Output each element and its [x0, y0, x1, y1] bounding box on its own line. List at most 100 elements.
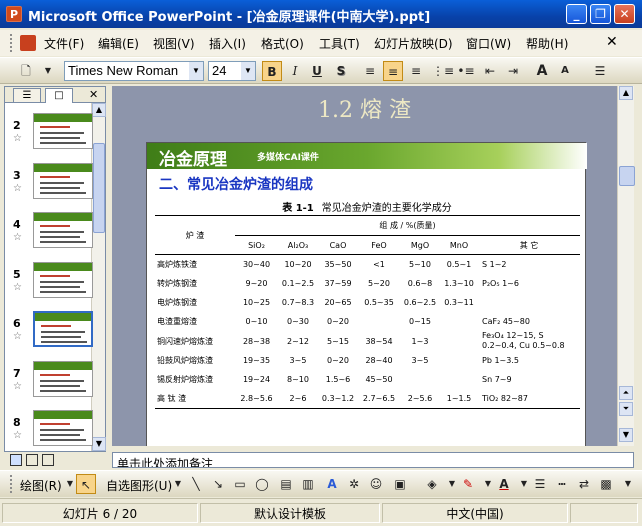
text-box-icon[interactable]: ▤ [276, 474, 296, 494]
toolbar-grip[interactable] [10, 34, 14, 52]
picture-icon[interactable]: ▣ [390, 474, 410, 494]
clip-art-icon[interactable]: ☺ [366, 474, 386, 494]
font-color-icon[interactable]: A [494, 474, 514, 494]
previous-slide-icon[interactable]: ⏶ [619, 386, 633, 400]
align-center-icon[interactable]: ≡ [383, 61, 403, 81]
slide-heading[interactable]: 二、常见冶金炉渣的组成 [159, 174, 313, 194]
document-icon[interactable] [20, 35, 36, 51]
font-name-combo[interactable]: Times New Roman ▼ [64, 61, 204, 81]
chevron-down-icon[interactable]: ▼ [189, 62, 203, 80]
fill-color-icon[interactable]: ◈ [422, 474, 442, 494]
table-cell: Sn 7~9 [482, 374, 512, 384]
indent-icon[interactable]: ⇥ [503, 61, 523, 81]
arrow-style-icon[interactable]: ⇄ [574, 474, 594, 494]
menu-insert[interactable]: 插入(I) [209, 35, 246, 52]
chevron-down-icon[interactable]: ▼ [168, 474, 188, 494]
wordart-icon[interactable]: A [322, 474, 342, 494]
normal-view-icon[interactable] [10, 454, 22, 466]
powerpoint-app-icon[interactable]: P [6, 6, 22, 22]
tab-outline[interactable]: ☰ [13, 88, 41, 102]
grow-font-button[interactable]: A [532, 61, 552, 81]
shrink-font-button[interactable]: A [555, 61, 575, 81]
pane-close-icon[interactable]: ✕ [89, 88, 98, 101]
slide-thumbnail[interactable] [33, 162, 93, 199]
toolbar-options-icon[interactable]: ▼ [618, 474, 638, 494]
thumbnail-line [40, 423, 70, 425]
slide-thumbnail[interactable] [33, 410, 93, 446]
shadow-style-icon[interactable]: ▩ [596, 474, 616, 494]
new-slide-icon[interactable]: 🗋 [16, 61, 36, 81]
diagram-icon[interactable]: ✲ [344, 474, 364, 494]
slide-thumbnail[interactable] [33, 113, 93, 149]
toolbar-grip[interactable] [10, 475, 14, 493]
oval-icon[interactable]: ◯ [252, 474, 272, 494]
menu-view[interactable]: 视图(V) [153, 35, 195, 52]
next-slide-icon[interactable]: ⏷ [619, 402, 633, 416]
slide-editing-area[interactable]: 1.2 熔 渣 冶金原理 多媒体CAI课件 二、常见冶金炉渣的组成 表 1-1 常… [112, 86, 617, 446]
slag-composition-table[interactable]: 炉 渣 组 成 / %(质量) SiO₂ Al₂O₃ CaO FeO MgO MnO 其 它… [155, 215, 580, 409]
outline-icon[interactable]: ☰ [590, 61, 610, 81]
select-pointer-icon[interactable]: ↖ [76, 474, 96, 494]
table-cell: 0~20 [327, 356, 349, 365]
slide-sorter-icon[interactable] [26, 454, 38, 466]
slide-canvas[interactable]: 冶金原理 多媒体CAI课件 二、常见冶金炉渣的组成 表 1-1 常见冶金炉渣的主要… [146, 142, 587, 446]
table-cell: 0.3~11 [444, 298, 474, 307]
close-button[interactable]: ✕ [614, 4, 635, 24]
bold-button[interactable]: B [262, 61, 282, 81]
animation-star-icon: ☆ [13, 232, 22, 243]
italic-button[interactable]: I [285, 61, 305, 81]
numbering-icon[interactable]: ⋮≡ [432, 61, 454, 81]
menu-format[interactable]: 格式(O) [261, 35, 304, 52]
outdent-icon[interactable]: ⇤ [480, 61, 500, 81]
slide-thumbnail[interactable] [33, 360, 93, 397]
scroll-down-arrow[interactable]: ▼ [92, 437, 106, 451]
slide-title[interactable]: 1.2 熔 渣 [112, 92, 617, 124]
table-cell: 28~40 [365, 356, 393, 365]
rectangle-icon[interactable]: ▭ [230, 474, 250, 494]
table-cell: 1~1.5 [440, 389, 478, 409]
underline-button[interactable]: U [307, 61, 327, 81]
toolbar-options-icon[interactable]: ▼ [38, 61, 58, 81]
font-size-value: 24 [212, 63, 227, 78]
slideshow-view-icon[interactable] [42, 454, 54, 466]
line-icon[interactable]: ╲ [186, 474, 206, 494]
menu-tools[interactable]: 工具(T) [319, 35, 360, 52]
menu-slideshow[interactable]: 幻灯片放映(D) [374, 35, 453, 52]
slide-thumbnail[interactable] [33, 212, 93, 248]
line-style-icon[interactable]: ☰ [530, 474, 550, 494]
slide-scrollbar[interactable]: ▲ ⏶ ⏷ ▼ [617, 86, 635, 446]
dash-style-icon[interactable]: ┅ [552, 474, 572, 494]
line-color-icon[interactable]: ✎ [458, 474, 478, 494]
align-right-icon[interactable]: ≡ [406, 61, 426, 81]
menu-edit[interactable]: 编辑(E) [98, 35, 139, 52]
align-left-icon[interactable]: ≡ [360, 61, 380, 81]
shadow-button[interactable]: S [331, 61, 351, 81]
bullets-icon[interactable]: •≡ [456, 61, 476, 81]
draw-menu-button[interactable]: 绘图(R) [20, 477, 62, 494]
table-header-component: MgO [400, 235, 440, 255]
scroll-down-arrow[interactable]: ▼ [619, 428, 633, 442]
menu-help[interactable]: 帮助(H) [526, 35, 568, 52]
autoshapes-button[interactable]: 自选图形(U) [106, 477, 172, 494]
scroll-thumb[interactable] [93, 143, 105, 233]
scroll-up-arrow[interactable]: ▲ [619, 86, 633, 100]
minimize-button[interactable]: _ [566, 4, 587, 24]
slide-thumbnail[interactable] [33, 261, 93, 298]
tab-slides[interactable]: □ [45, 88, 73, 103]
vertical-text-box-icon[interactable]: ▥ [298, 474, 318, 494]
menu-file[interactable]: 文件(F) [44, 35, 84, 52]
font-size-combo[interactable]: 24 ▼ [208, 61, 256, 81]
chevron-down-icon[interactable]: ▼ [241, 62, 255, 80]
scroll-up-arrow[interactable]: ▲ [92, 103, 106, 117]
slides-pane-scrollbar[interactable]: ▲ ▼ [91, 103, 106, 451]
table-cell: 28~38 [242, 336, 271, 346]
table-cell: 0.6~8 [407, 279, 433, 288]
notes-pane[interactable]: 单击此处添加备注 [112, 452, 634, 468]
close-document-icon[interactable]: ✕ [606, 34, 618, 50]
slide-thumbnail[interactable] [33, 311, 93, 347]
restore-button[interactable]: ❐ [590, 4, 611, 24]
menu-window[interactable]: 窗口(W) [466, 35, 511, 52]
table-header-component: CaO [318, 235, 358, 255]
arrow-icon[interactable]: ↘ [208, 474, 228, 494]
scroll-thumb[interactable] [619, 166, 635, 186]
